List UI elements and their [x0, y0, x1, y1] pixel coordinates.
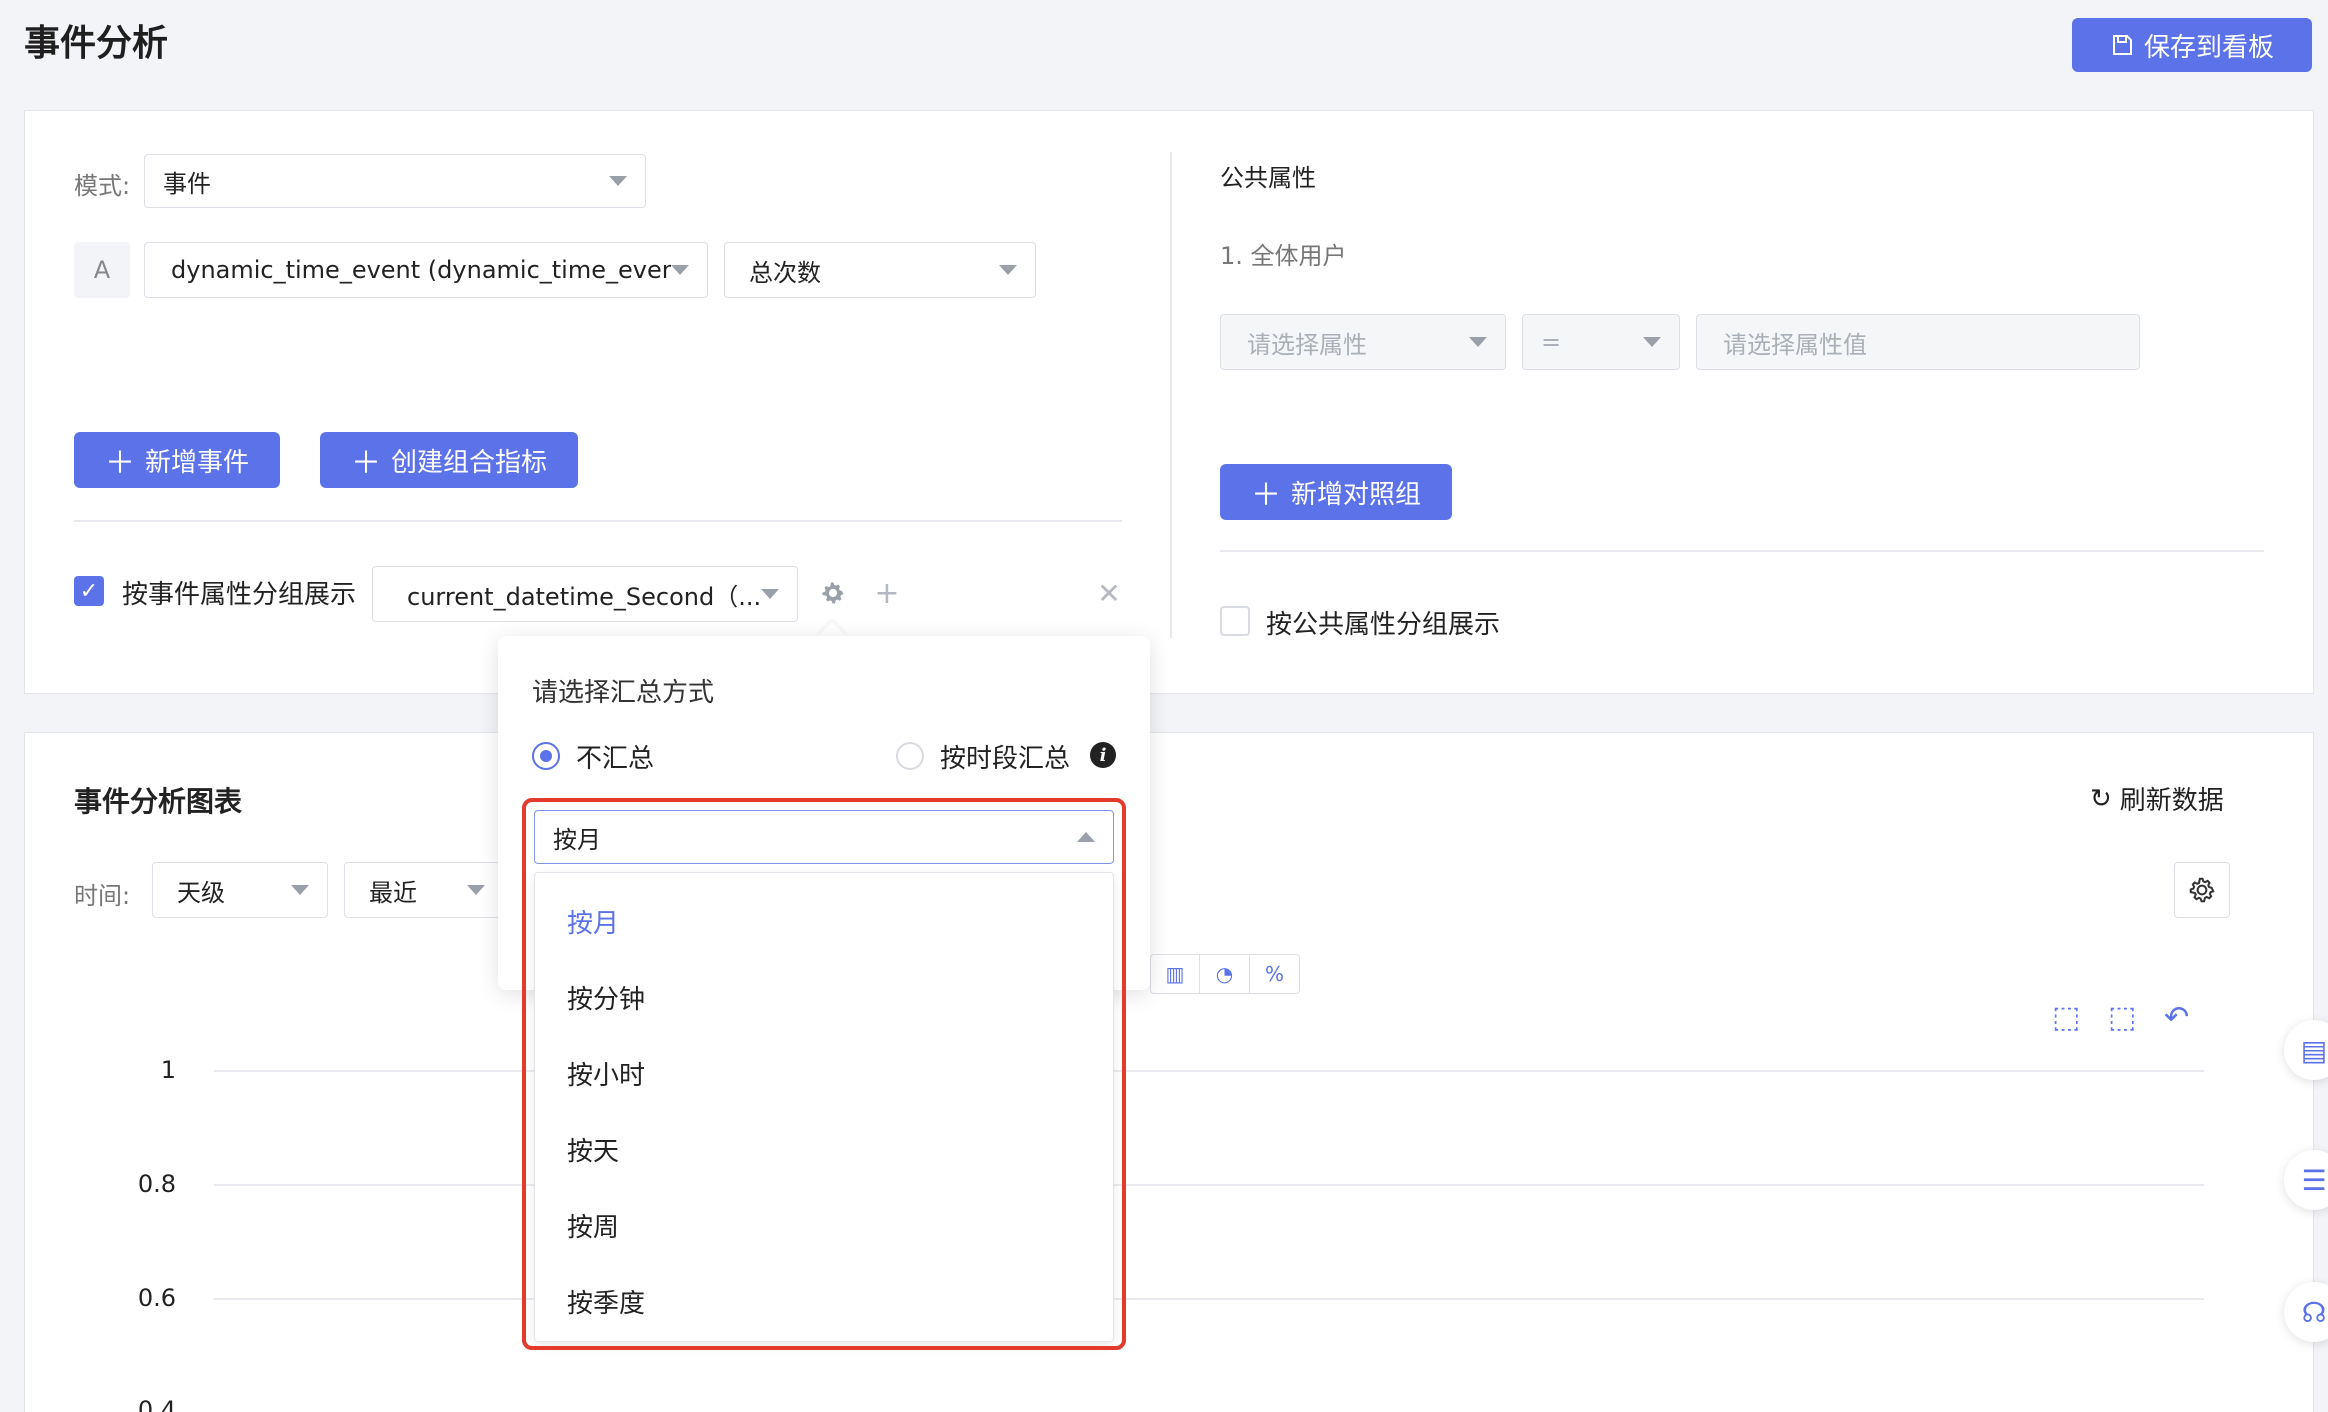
y-tick-label: 0.8: [137, 1170, 176, 1198]
zoom-select-icon[interactable]: ⬚: [2052, 1000, 2080, 1035]
save-to-board-label: 保存到看板: [2143, 32, 2274, 63]
save-icon: [2112, 35, 2132, 55]
time-label: 时间:: [74, 882, 131, 910]
chevron-down-icon: [291, 885, 309, 895]
time-range-value: 最近: [369, 878, 417, 907]
bar-chart-icon[interactable]: ▥: [1150, 954, 1200, 994]
section-divider: [74, 520, 1122, 522]
group-name: 1. 全体用户: [1220, 242, 1347, 270]
refresh-data-button[interactable]: ↻ 刷新数据: [2090, 780, 2224, 817]
close-icon[interactable]: ✕: [1092, 576, 1126, 610]
create-combo-metric-button[interactable]: ＋ 创建组合指标: [320, 432, 578, 488]
event-index-badge: A: [74, 242, 130, 298]
option-day[interactable]: 按天: [567, 1131, 619, 1168]
group-by-property-select[interactable]: current_datetime_Second（...: [372, 566, 798, 622]
plus-icon: ＋: [104, 446, 135, 481]
add-event-button[interactable]: ＋ 新增事件: [74, 432, 280, 488]
property-value-placeholder: 请选择属性值: [1723, 330, 1867, 359]
chart-settings-button[interactable]: [2174, 862, 2230, 918]
group-by-property-value: current_datetime_Second（...: [407, 582, 761, 611]
metric-select-value: 总次数: [749, 258, 821, 287]
aggregation-title: 请选择汇总方式: [532, 678, 715, 708]
property-value-input[interactable]: 请选择属性值: [1696, 314, 2140, 370]
add-group-icon[interactable]: +: [870, 576, 904, 611]
chevron-down-icon: [1643, 337, 1661, 347]
group-by-common-checkbox[interactable]: [1220, 606, 1250, 636]
chart-title: 事件分析图表: [74, 785, 243, 818]
refresh-data-label: 刷新数据: [2119, 786, 2224, 816]
mode-select[interactable]: 事件: [144, 154, 646, 208]
percent-icon[interactable]: %: [1250, 954, 1300, 994]
aggregation-period-select[interactable]: 按月: [534, 810, 1114, 864]
group-by-event-label: 按事件属性分组展示: [122, 580, 357, 610]
group-by-common-label: 按公共属性分组展示: [1266, 610, 1501, 640]
option-month[interactable]: 按月: [567, 903, 619, 940]
add-compare-group-label: 新增对照组: [1290, 479, 1421, 510]
chart-type-switcher: ▥ ◔ %: [1150, 954, 1300, 994]
mode-label: 模式:: [74, 172, 131, 200]
metric-select[interactable]: 总次数: [724, 242, 1036, 298]
info-icon[interactable]: i: [1090, 742, 1116, 768]
add-event-label: 新增事件: [144, 447, 249, 478]
gear-icon[interactable]: [816, 576, 850, 610]
no-aggregate-radio[interactable]: [532, 742, 560, 770]
section-divider: [1220, 550, 2264, 552]
pie-chart-icon[interactable]: ◔: [1200, 954, 1250, 994]
aggregation-period-dropdown: 按月 按分钟 按小时 按天 按周 按季度: [534, 872, 1114, 1342]
chevron-up-icon: [1077, 832, 1095, 842]
chart-panel: [24, 732, 2314, 1412]
grid-line: [214, 1070, 2204, 1072]
option-minute[interactable]: 按分钟: [567, 979, 645, 1016]
add-compare-group-button[interactable]: ＋ 新增对照组: [1220, 464, 1452, 520]
y-tick-label: 1: [160, 1056, 176, 1084]
zoom-reset-icon[interactable]: ⬚: [2108, 1000, 2136, 1035]
grid-line: [214, 1184, 2204, 1186]
panel-vertical-divider: [1170, 152, 1172, 638]
time-range-select[interactable]: 最近: [344, 862, 504, 918]
mode-select-value: 事件: [163, 169, 211, 198]
option-hour[interactable]: 按小时: [567, 1055, 645, 1092]
aggregation-period-value: 按月: [553, 825, 601, 854]
grid-line: [214, 1298, 2204, 1300]
chevron-down-icon: [609, 176, 627, 186]
group-by-event-checkbox[interactable]: ✓: [74, 576, 104, 606]
chevron-down-icon: [467, 885, 485, 895]
undo-icon[interactable]: ↶: [2164, 1000, 2189, 1035]
property-select[interactable]: 请选择属性: [1220, 314, 1506, 370]
period-aggregate-radio[interactable]: [896, 742, 924, 770]
granularity-value: 天级: [177, 878, 225, 907]
option-quarter[interactable]: 按季度: [567, 1283, 645, 1320]
event-select[interactable]: dynamic_time_event (dynamic_time_event): [144, 242, 708, 298]
refresh-icon: ↻: [2090, 783, 2112, 814]
option-week[interactable]: 按周: [567, 1207, 619, 1244]
property-placeholder: 请选择属性: [1247, 330, 1367, 359]
chevron-down-icon: [671, 265, 689, 275]
check-icon: ✓: [79, 578, 99, 604]
no-aggregate-label: 不汇总: [576, 744, 655, 774]
chevron-down-icon: [761, 589, 779, 599]
page-title: 事件分析: [24, 23, 169, 64]
common-attributes-title: 公共属性: [1220, 164, 1316, 192]
create-combo-metric-label: 创建组合指标: [390, 447, 547, 478]
plus-icon: ＋: [350, 446, 381, 481]
event-select-value: dynamic_time_event (dynamic_time_event): [171, 256, 671, 284]
plus-icon: ＋: [1250, 478, 1281, 513]
chevron-down-icon: [1469, 337, 1487, 347]
save-to-board-button[interactable]: 保存到看板: [2072, 18, 2312, 72]
granularity-select[interactable]: 天级: [152, 862, 328, 918]
operator-select[interactable]: =: [1522, 314, 1680, 370]
operator-value: =: [1541, 328, 1562, 356]
y-tick-label: 0.6: [137, 1284, 176, 1312]
y-tick-label: 0.4: [137, 1396, 176, 1412]
chevron-down-icon: [999, 265, 1017, 275]
gear-icon: [2189, 877, 2215, 903]
period-aggregate-label: 按时段汇总: [940, 744, 1071, 774]
